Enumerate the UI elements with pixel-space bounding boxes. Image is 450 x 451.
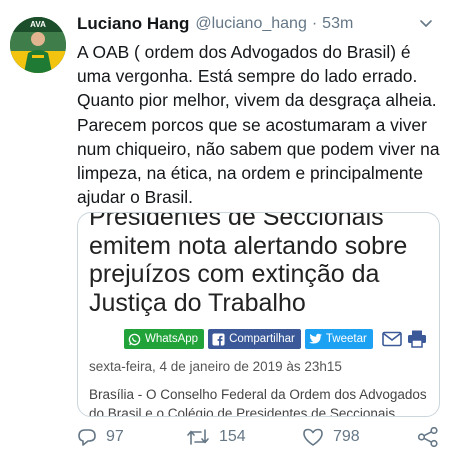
card-date: sexta-feira, 4 de janeiro de 2019 às 23h… <box>89 359 342 374</box>
tweet-text: A OAB ( ordem dos Advogados do Brasil) é… <box>77 42 440 208</box>
whatsapp-share-button[interactable]: WhatsApp <box>124 329 205 349</box>
card-headline: Presidentes de Seccionais emitem nota al… <box>89 212 408 317</box>
whatsapp-icon <box>128 333 141 346</box>
reply-button[interactable]: 97 <box>77 427 124 447</box>
retweet-button[interactable]: 154 <box>186 427 246 447</box>
twitter-bird-icon <box>308 333 322 345</box>
tweet: AVA Luciano Hang @luciano_hang · 53m A O… <box>0 0 450 450</box>
like-button[interactable]: 798 <box>302 427 360 447</box>
facebook-share-button[interactable]: Compartilhar <box>208 329 301 349</box>
tweet-header: Luciano Hang @luciano_hang · 53m <box>77 13 442 35</box>
print-icon[interactable] <box>407 330 427 348</box>
reply-count: 97 <box>106 428 124 445</box>
chevron-down-icon[interactable] <box>418 15 434 31</box>
reply-icon <box>78 429 96 446</box>
twitter-share-button[interactable]: Tweetar <box>304 329 373 349</box>
avatar-logo-text: AVA <box>30 20 46 29</box>
user-handle[interactable]: @luciano_hang <box>195 15 306 33</box>
retweet-icon <box>187 429 209 445</box>
facebook-label: Compartilhar <box>229 333 295 345</box>
separator-dot: · <box>311 15 318 32</box>
twitter-label: Tweetar <box>325 333 367 345</box>
avatar-image: AVA <box>10 17 66 73</box>
share-buttons-row: WhatsApp Compartilhar Tweetar <box>124 329 427 349</box>
heart-icon <box>303 428 323 446</box>
timestamp[interactable]: 53m <box>322 15 353 33</box>
share-icon <box>417 427 438 447</box>
retweet-count: 154 <box>219 428 246 445</box>
share-button[interactable] <box>417 427 448 447</box>
avatar[interactable]: AVA <box>10 17 66 73</box>
mail-icon[interactable] <box>382 331 402 347</box>
facebook-icon <box>212 332 225 346</box>
card-body-text: Brasília - O Conselho Federal da Ordem d… <box>89 387 427 417</box>
display-name[interactable]: Luciano Hang <box>77 14 189 34</box>
attached-image-card[interactable]: Presidentes de Seccionais emitem nota al… <box>77 212 440 417</box>
whatsapp-label: WhatsApp <box>145 333 199 345</box>
like-count: 798 <box>333 428 360 445</box>
tweet-actions: 97 154 798 <box>77 427 445 451</box>
